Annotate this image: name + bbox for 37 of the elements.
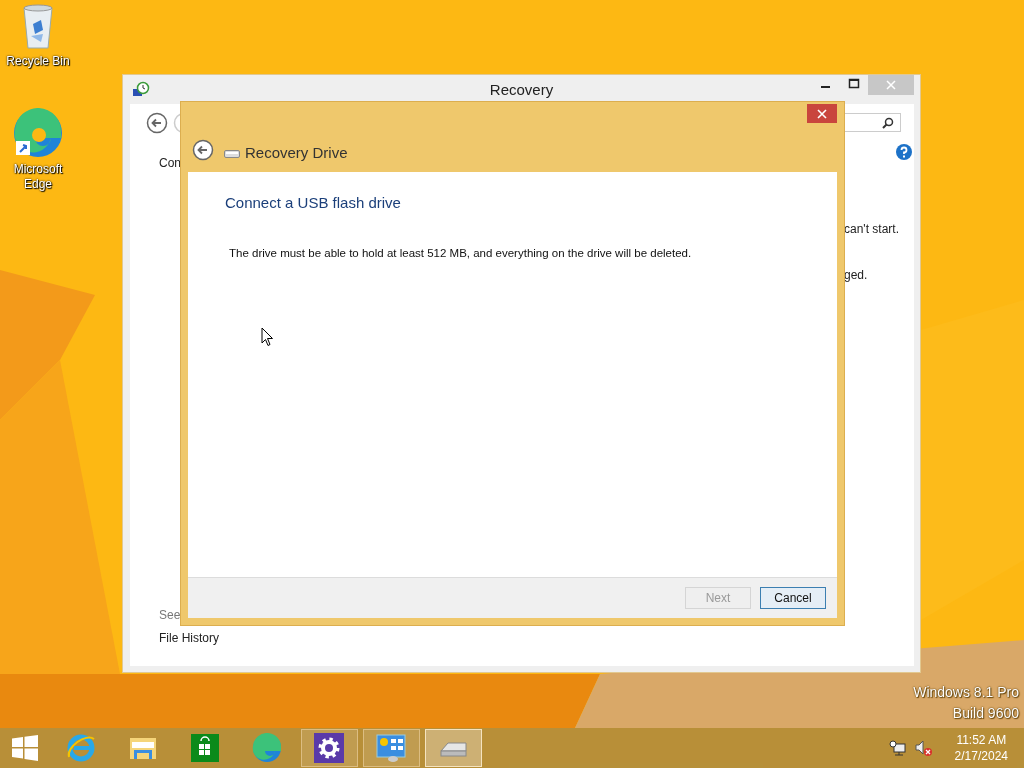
muted-speaker-icon[interactable] <box>914 739 933 757</box>
clock-date[interactable]: 2/17/2024 <box>954 748 1008 764</box>
windows-logo-icon <box>12 735 38 761</box>
gear-icon <box>314 733 344 763</box>
recovery-icon <box>132 80 150 99</box>
browser-icon[interactable] <box>13 108 63 158</box>
dialog-title: Recovery Drive <box>245 144 348 161</box>
network-icon[interactable] <box>888 739 907 757</box>
dialog-text: The drive must be able to hold at least 512 MB, and everything on the drive will be deleted. <box>229 247 693 259</box>
drive-icon <box>224 149 240 158</box>
back-icon[interactable] <box>192 139 214 161</box>
close-icon <box>817 108 827 119</box>
clock-time[interactable]: 11:52 AM <box>956 732 1007 748</box>
edition-text: Windows 8.1 Pro <box>913 684 1019 700</box>
store-icon <box>190 733 220 763</box>
body-text: Con <box>159 156 181 170</box>
desktop-icon-label[interactable]: Microsoft Edge <box>5 162 71 192</box>
file-history-link[interactable]: File History <box>159 631 219 645</box>
dialog-heading: Connect a USB flash drive <box>225 194 402 211</box>
browser-icon <box>252 733 282 763</box>
browser-icon <box>66 733 96 763</box>
control-panel-icon <box>376 733 406 763</box>
see-also-heading: See <box>159 608 181 622</box>
search-icon <box>882 116 894 129</box>
close-icon <box>886 80 896 90</box>
body-text: ged. <box>844 268 868 282</box>
taskbar-button[interactable] <box>362 729 420 767</box>
back-icon[interactable] <box>146 112 168 134</box>
mouse-pointer-icon <box>261 327 274 347</box>
dialog-button[interactable]: Cancel <box>760 587 826 609</box>
desktop-icon-label[interactable]: Recycle Bin <box>5 54 71 69</box>
window-title: Recovery <box>489 81 554 98</box>
close-button[interactable] <box>807 104 837 123</box>
build-text: Build 9600 <box>952 705 1019 721</box>
help-icon[interactable] <box>896 144 912 160</box>
body-text: can't start. <box>844 222 899 236</box>
taskbar-button[interactable] <box>300 729 358 767</box>
